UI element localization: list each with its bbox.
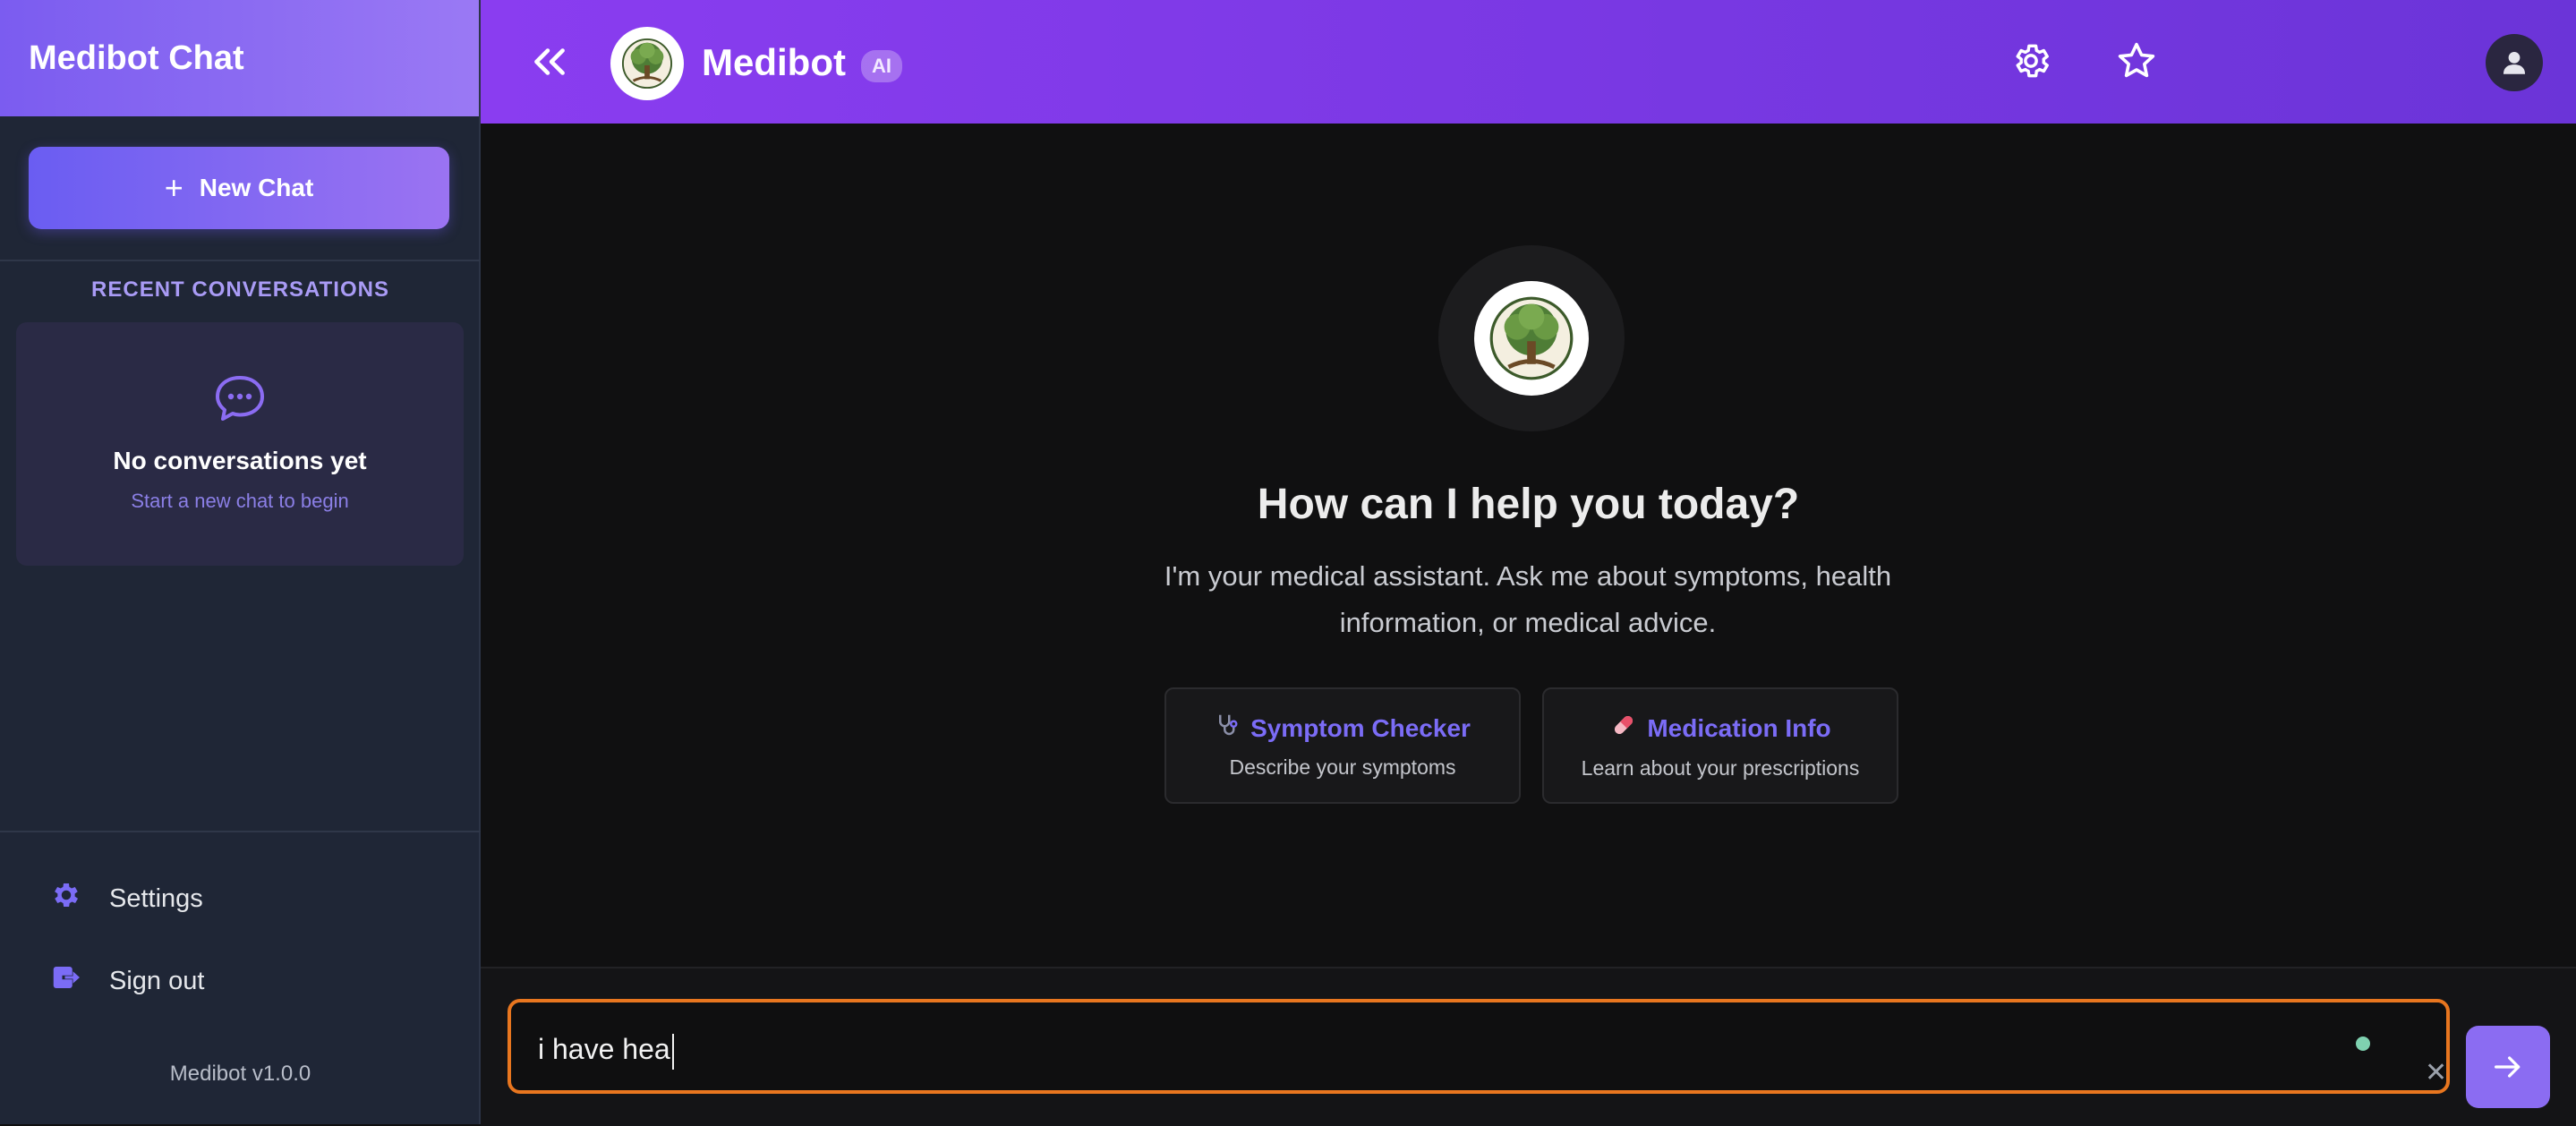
top-bar: Medibot AI	[481, 0, 2576, 124]
empty-conversations-card: No conversations yet Start a new chat to…	[16, 322, 464, 566]
chat-main: How can I help you today? I'm your medic…	[481, 124, 2576, 967]
empty-state-subtitle: Start a new chat to begin	[131, 490, 349, 512]
new-chat-label: New Chat	[199, 174, 314, 201]
symptom-checker-subtitle: Describe your symptoms	[1229, 755, 1456, 779]
hero-subtitle: I'm your medical assistant. Ask me about…	[1164, 560, 1892, 638]
symptom-checker-title: Symptom Checker	[1250, 713, 1471, 742]
medication-info-card[interactable]: Medication Info Learn about your prescri…	[1542, 687, 1898, 804]
send-button[interactable]	[2466, 1026, 2550, 1108]
sidebar-footer-divider	[0, 831, 481, 832]
sidebar-title: Medibot Chat	[0, 0, 479, 116]
chat-bubble-icon	[214, 374, 266, 427]
tree-logo-icon	[621, 38, 673, 90]
chevrons-left-icon[interactable]	[527, 39, 572, 84]
new-chat-button[interactable]: + New Chat	[29, 147, 449, 229]
recent-conversations-heading: RECENT CONVERSATIONS	[91, 277, 389, 302]
arrow-right-icon	[2495, 1056, 2521, 1078]
medication-info-subtitle: Learn about your prescriptions	[1581, 756, 1860, 780]
sidebar-item-label: Settings	[109, 883, 203, 913]
clear-icon[interactable]: ✕	[2425, 1060, 2447, 1087]
bot-avatar	[610, 27, 684, 100]
app-version: Medibot v1.0.0	[169, 1062, 311, 1086]
status-dot	[2356, 1036, 2370, 1051]
tree-logo-icon	[1489, 296, 1574, 380]
hero-bot-avatar	[1474, 281, 1589, 396]
symptom-checker-card[interactable]: Symptom Checker Describe your symptoms	[1164, 687, 1521, 804]
empty-state-title: No conversations yet	[113, 447, 367, 474]
star-icon[interactable]	[2113, 38, 2160, 84]
brand-name: Medibot	[702, 41, 846, 83]
pill-icon	[1609, 711, 1638, 746]
message-input[interactable]: i have hea ✕	[508, 999, 2450, 1094]
sign-out-icon	[50, 961, 82, 1001]
settings-icon[interactable]	[2008, 38, 2054, 84]
sidebar: Medibot Chat + New Chat RECENT CONVERSAT…	[0, 0, 481, 1124]
plus-icon: +	[164, 169, 183, 206]
sidebar-item-sign-out[interactable]: Sign out	[50, 961, 204, 1001]
medication-info-title: Medication Info	[1647, 713, 1831, 742]
sidebar-divider	[0, 260, 481, 261]
message-input-text[interactable]: i have hea	[538, 1033, 674, 1070]
sidebar-item-label: Sign out	[109, 966, 205, 995]
stethoscope-icon	[1215, 712, 1241, 745]
message-composer: i have hea ✕	[481, 967, 2576, 1126]
user-avatar[interactable]	[2486, 34, 2543, 91]
hero-title: How can I help you today?	[1257, 481, 1800, 528]
hero-avatar-ring	[1438, 245, 1625, 431]
gear-icon	[50, 879, 82, 918]
ai-badge: AI	[861, 50, 902, 82]
user-icon	[2503, 51, 2526, 74]
sidebar-item-settings[interactable]: Settings	[50, 879, 203, 918]
